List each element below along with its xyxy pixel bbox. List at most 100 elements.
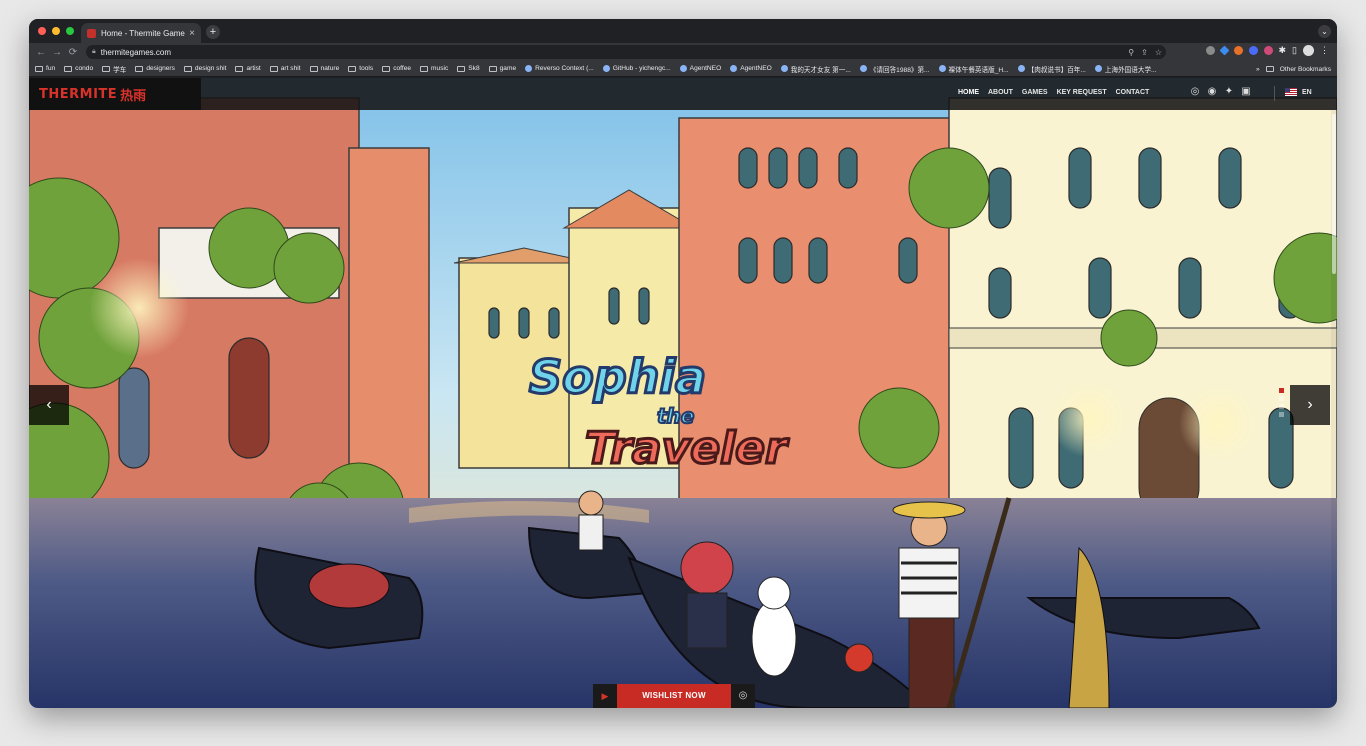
- site-header: THERMITE 热雨 HOME ABOUT GAMES KEY REQUEST CON…: [29, 78, 1337, 110]
- bookmark-label: art shit: [280, 65, 301, 72]
- bookmark-label: Reverso Context (...: [535, 65, 594, 72]
- bookmark-item[interactable]: coffee: [382, 65, 411, 72]
- bookmark-item[interactable]: AgentNEO: [679, 65, 721, 72]
- minimize-window-button[interactable]: [52, 27, 60, 35]
- folder-icon: [348, 65, 357, 72]
- bookmark-item[interactable]: condo: [64, 65, 93, 72]
- wishlist-cta: ▶ WISHLIST NOW ◎: [593, 684, 755, 708]
- site-favicon-icon: [780, 65, 788, 72]
- bookmark-item[interactable]: 上海外国语大学...: [1094, 64, 1157, 74]
- slider-prev-button[interactable]: ‹: [29, 385, 69, 425]
- play-trailer-button[interactable]: ▶: [593, 684, 617, 708]
- site-favicon-icon: [679, 65, 687, 72]
- extension-icon[interactable]: [1205, 46, 1215, 55]
- reload-button[interactable]: ⟳: [65, 47, 81, 58]
- tab-search-button[interactable]: ⌄: [1318, 25, 1331, 38]
- nav-item-about[interactable]: ABOUT: [988, 89, 1013, 96]
- new-tab-button[interactable]: +: [206, 25, 220, 39]
- bookmarks-more-button[interactable]: »: [1256, 66, 1260, 73]
- slide-indicator[interactable]: [1279, 396, 1284, 401]
- nav-item-games[interactable]: GAMES: [1022, 89, 1048, 96]
- bookmarks-overflow: » Other Bookmarks: [1250, 61, 1331, 76]
- site-favicon-icon: [730, 65, 738, 72]
- extension-icon[interactable]: [1233, 46, 1243, 55]
- share-icon[interactable]: ⇪: [1141, 48, 1148, 57]
- nav-item-contact[interactable]: CONTACT: [1116, 89, 1150, 96]
- logo-title-traveler: Traveler: [585, 423, 789, 474]
- steam-icon[interactable]: ◎: [1189, 86, 1201, 98]
- folder-icon: [35, 65, 43, 72]
- bookmark-star-icon[interactable]: ☆: [1155, 48, 1162, 57]
- other-bookmarks-label[interactable]: Other Bookmarks: [1280, 66, 1331, 73]
- folder-icon: [420, 65, 429, 72]
- tab-title: Home - Thermite Games: [101, 28, 186, 38]
- bookmark-item[interactable]: 学车: [102, 64, 126, 74]
- sidebar-icon[interactable]: ▯: [1292, 45, 1297, 56]
- language-selector[interactable]: EN: [1285, 88, 1312, 96]
- page-scrollbar[interactable]: [1331, 110, 1337, 708]
- address-bar[interactable]: 🔒︎ thermitegames.com ⚲ ⇪ ☆: [86, 45, 1166, 59]
- bookmark-item[interactable]: game: [488, 65, 517, 72]
- tab-close-icon[interactable]: ×: [189, 28, 195, 39]
- bookmark-item[interactable]: 《请回答1988》第...: [859, 64, 930, 74]
- browser-tab[interactable]: Home - Thermite Games ×: [81, 23, 201, 43]
- back-button[interactable]: ←: [33, 47, 49, 58]
- slide-indicator[interactable]: [1279, 412, 1284, 417]
- forward-button[interactable]: →: [49, 47, 65, 58]
- scrollbar-thumb[interactable]: [1332, 114, 1336, 274]
- bookmark-item[interactable]: artist: [235, 65, 261, 72]
- bookmark-item[interactable]: AgentNEO: [730, 65, 772, 72]
- bookmark-item[interactable]: nature: [309, 65, 339, 72]
- bookmark-item[interactable]: design shit: [183, 65, 227, 72]
- bookmark-item[interactable]: designers: [135, 65, 175, 72]
- bookmark-label: tools: [359, 65, 374, 72]
- bookmark-item[interactable]: Sk8: [457, 65, 480, 72]
- wishlist-now-button[interactable]: WISHLIST NOW: [617, 684, 731, 708]
- folder-icon: [382, 65, 391, 72]
- site-favicon-icon: [1017, 65, 1025, 72]
- bookmark-item[interactable]: GitHub - yichengc...: [602, 65, 671, 72]
- bookmark-label: fun: [46, 65, 56, 72]
- bookmark-item[interactable]: fun: [35, 65, 55, 72]
- bookmark-label: designers: [146, 65, 175, 72]
- nav-item-key-request[interactable]: KEY REQUEST: [1057, 89, 1107, 96]
- bookmark-label: 学车: [113, 66, 127, 74]
- zoom-icon[interactable]: ⚲: [1128, 48, 1134, 57]
- weibo-icon[interactable]: ◉: [1206, 86, 1218, 98]
- bookmark-label: design shit: [194, 65, 227, 72]
- folder-icon: [64, 65, 73, 72]
- nav-item-home[interactable]: HOME: [958, 89, 979, 96]
- folder-icon: [235, 65, 244, 72]
- slider-next-button[interactable]: ›: [1290, 385, 1330, 425]
- extension-icon[interactable]: [1248, 46, 1258, 55]
- logo-chinese: 热雨: [120, 88, 147, 104]
- bookmark-label: game: [499, 65, 517, 72]
- bilibili-icon[interactable]: ▣: [1240, 86, 1252, 98]
- profile-avatar[interactable]: [1303, 45, 1314, 56]
- slide-indicator[interactable]: [1279, 404, 1284, 409]
- bookmark-item[interactable]: 我的天才女友 第一...: [780, 64, 851, 74]
- us-flag-icon: [1285, 88, 1297, 96]
- menu-kebab-icon[interactable]: ⋮: [1320, 45, 1329, 56]
- slider-indicators: [1279, 388, 1285, 417]
- bookmark-item[interactable]: tools: [348, 65, 373, 72]
- extension-icon[interactable]: [1219, 45, 1229, 56]
- folder-icon: [102, 65, 111, 72]
- bookmark-label: Sk8: [468, 65, 480, 72]
- close-window-button[interactable]: [38, 27, 46, 35]
- twitter-icon[interactable]: ✦: [1223, 86, 1235, 98]
- maximize-window-button[interactable]: [66, 27, 74, 35]
- folder-icon: [488, 65, 497, 72]
- slide-indicator[interactable]: [1279, 388, 1284, 393]
- tab-strip: Home - Thermite Games × + ⌄: [29, 19, 1337, 43]
- site-logo[interactable]: THERMITE 热雨: [29, 78, 201, 110]
- bookmark-item[interactable]: 【肉叔说书】百年...: [1017, 64, 1086, 74]
- bookmark-item[interactable]: music: [420, 65, 448, 72]
- bookmark-item[interactable]: art shit: [269, 65, 301, 72]
- bookmark-item[interactable]: 裸体午餐英语版_H...: [938, 64, 1009, 74]
- extension-icon[interactable]: [1263, 46, 1273, 55]
- bookmark-item[interactable]: Reverso Context (...: [525, 65, 594, 72]
- bookmark-label: AgentNEO: [740, 65, 772, 72]
- steam-store-button[interactable]: ◎: [731, 684, 755, 708]
- puzzle-icon[interactable]: ✱: [1279, 45, 1287, 56]
